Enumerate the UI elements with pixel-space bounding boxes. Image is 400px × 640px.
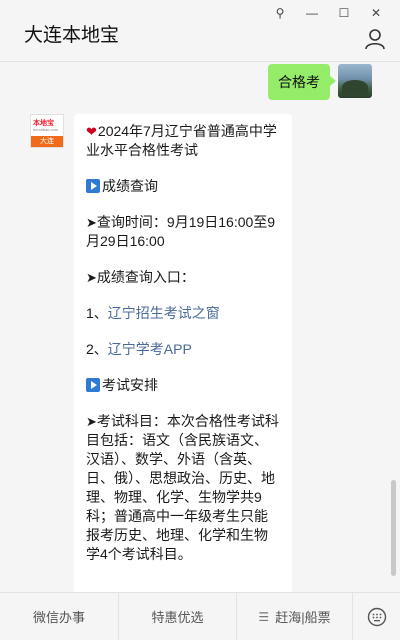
arrow-icon: ➤ — [86, 270, 97, 285]
profile-icon[interactable] — [364, 28, 386, 50]
pin-icon[interactable]: ⚲ — [264, 4, 296, 22]
maximize-icon[interactable]: ☐ — [328, 4, 360, 22]
logo-city: 大连 — [31, 136, 63, 147]
arrow-icon: ➤ — [86, 215, 97, 230]
my-message-row: 合格考 — [268, 64, 372, 100]
my-message-bubble[interactable]: 合格考 — [268, 64, 336, 100]
chat-area[interactable]: 合格考 本地宝 bendibao.com 大连 ❤2024年7月辽宁省普通高中学… — [0, 62, 400, 592]
link-item-2: 2、辽宁学考APP — [86, 341, 192, 357]
bottom-menu: 微信办事 特惠优选 ☰ 赶海|船票 — [0, 592, 400, 640]
message-title: ❤2024年7月辽宁省普通高中学业水平合格性考试 — [86, 123, 277, 158]
window-controls: ⚲ — ☐ ✕ — [264, 4, 392, 22]
menu-item-ferry[interactable]: ☰ 赶海|船票 — [237, 593, 353, 640]
chat-title: 大连本地宝 — [24, 25, 120, 46]
bot-message-bubble: ❤2024年7月辽宁省普通高中学业水平合格性考试 成绩查询 ➤查询时间：9月19… — [74, 114, 292, 592]
menu-list-icon: ☰ — [258, 609, 270, 624]
keyboard-icon[interactable] — [353, 593, 400, 640]
chat-header: 大连本地宝 ⚲ — ☐ ✕ — [0, 0, 400, 62]
play-icon — [86, 378, 100, 392]
section-results: 成绩查询 — [86, 177, 280, 196]
link-item-1: 1、辽宁招生考试之窗 — [86, 305, 220, 321]
my-avatar[interactable] — [338, 64, 372, 98]
logo-subtext: bendibao.com — [33, 127, 59, 132]
bot-avatar[interactable]: 本地宝 bendibao.com 大连 — [30, 114, 64, 148]
exam-subjects: ➤考试科目：本次合格性考试科目包括：语文（含民族语文、汉语）、数学、外语（含英、… — [86, 413, 279, 562]
query-time: ➤查询时间：9月19日16:00至9月29日16:00 — [86, 214, 276, 249]
close-icon[interactable]: ✕ — [360, 4, 392, 22]
arrow-icon: ➤ — [86, 414, 97, 429]
heart-icon: ❤ — [86, 124, 97, 139]
link-liaoning-app[interactable]: 辽宁学考APP — [108, 341, 192, 357]
menu-item-wechat-service[interactable]: 微信办事 — [0, 593, 119, 640]
scrollbar-thumb[interactable] — [391, 480, 396, 576]
play-icon — [86, 179, 100, 193]
menu-item-deals[interactable]: 特惠优选 — [119, 593, 237, 640]
section-arrangement: 考试安排 — [86, 376, 280, 395]
query-entry: ➤成绩查询入口： — [86, 269, 195, 285]
minimize-icon[interactable]: — — [296, 4, 328, 22]
link-liaoning-admissions[interactable]: 辽宁招生考试之窗 — [108, 305, 220, 321]
